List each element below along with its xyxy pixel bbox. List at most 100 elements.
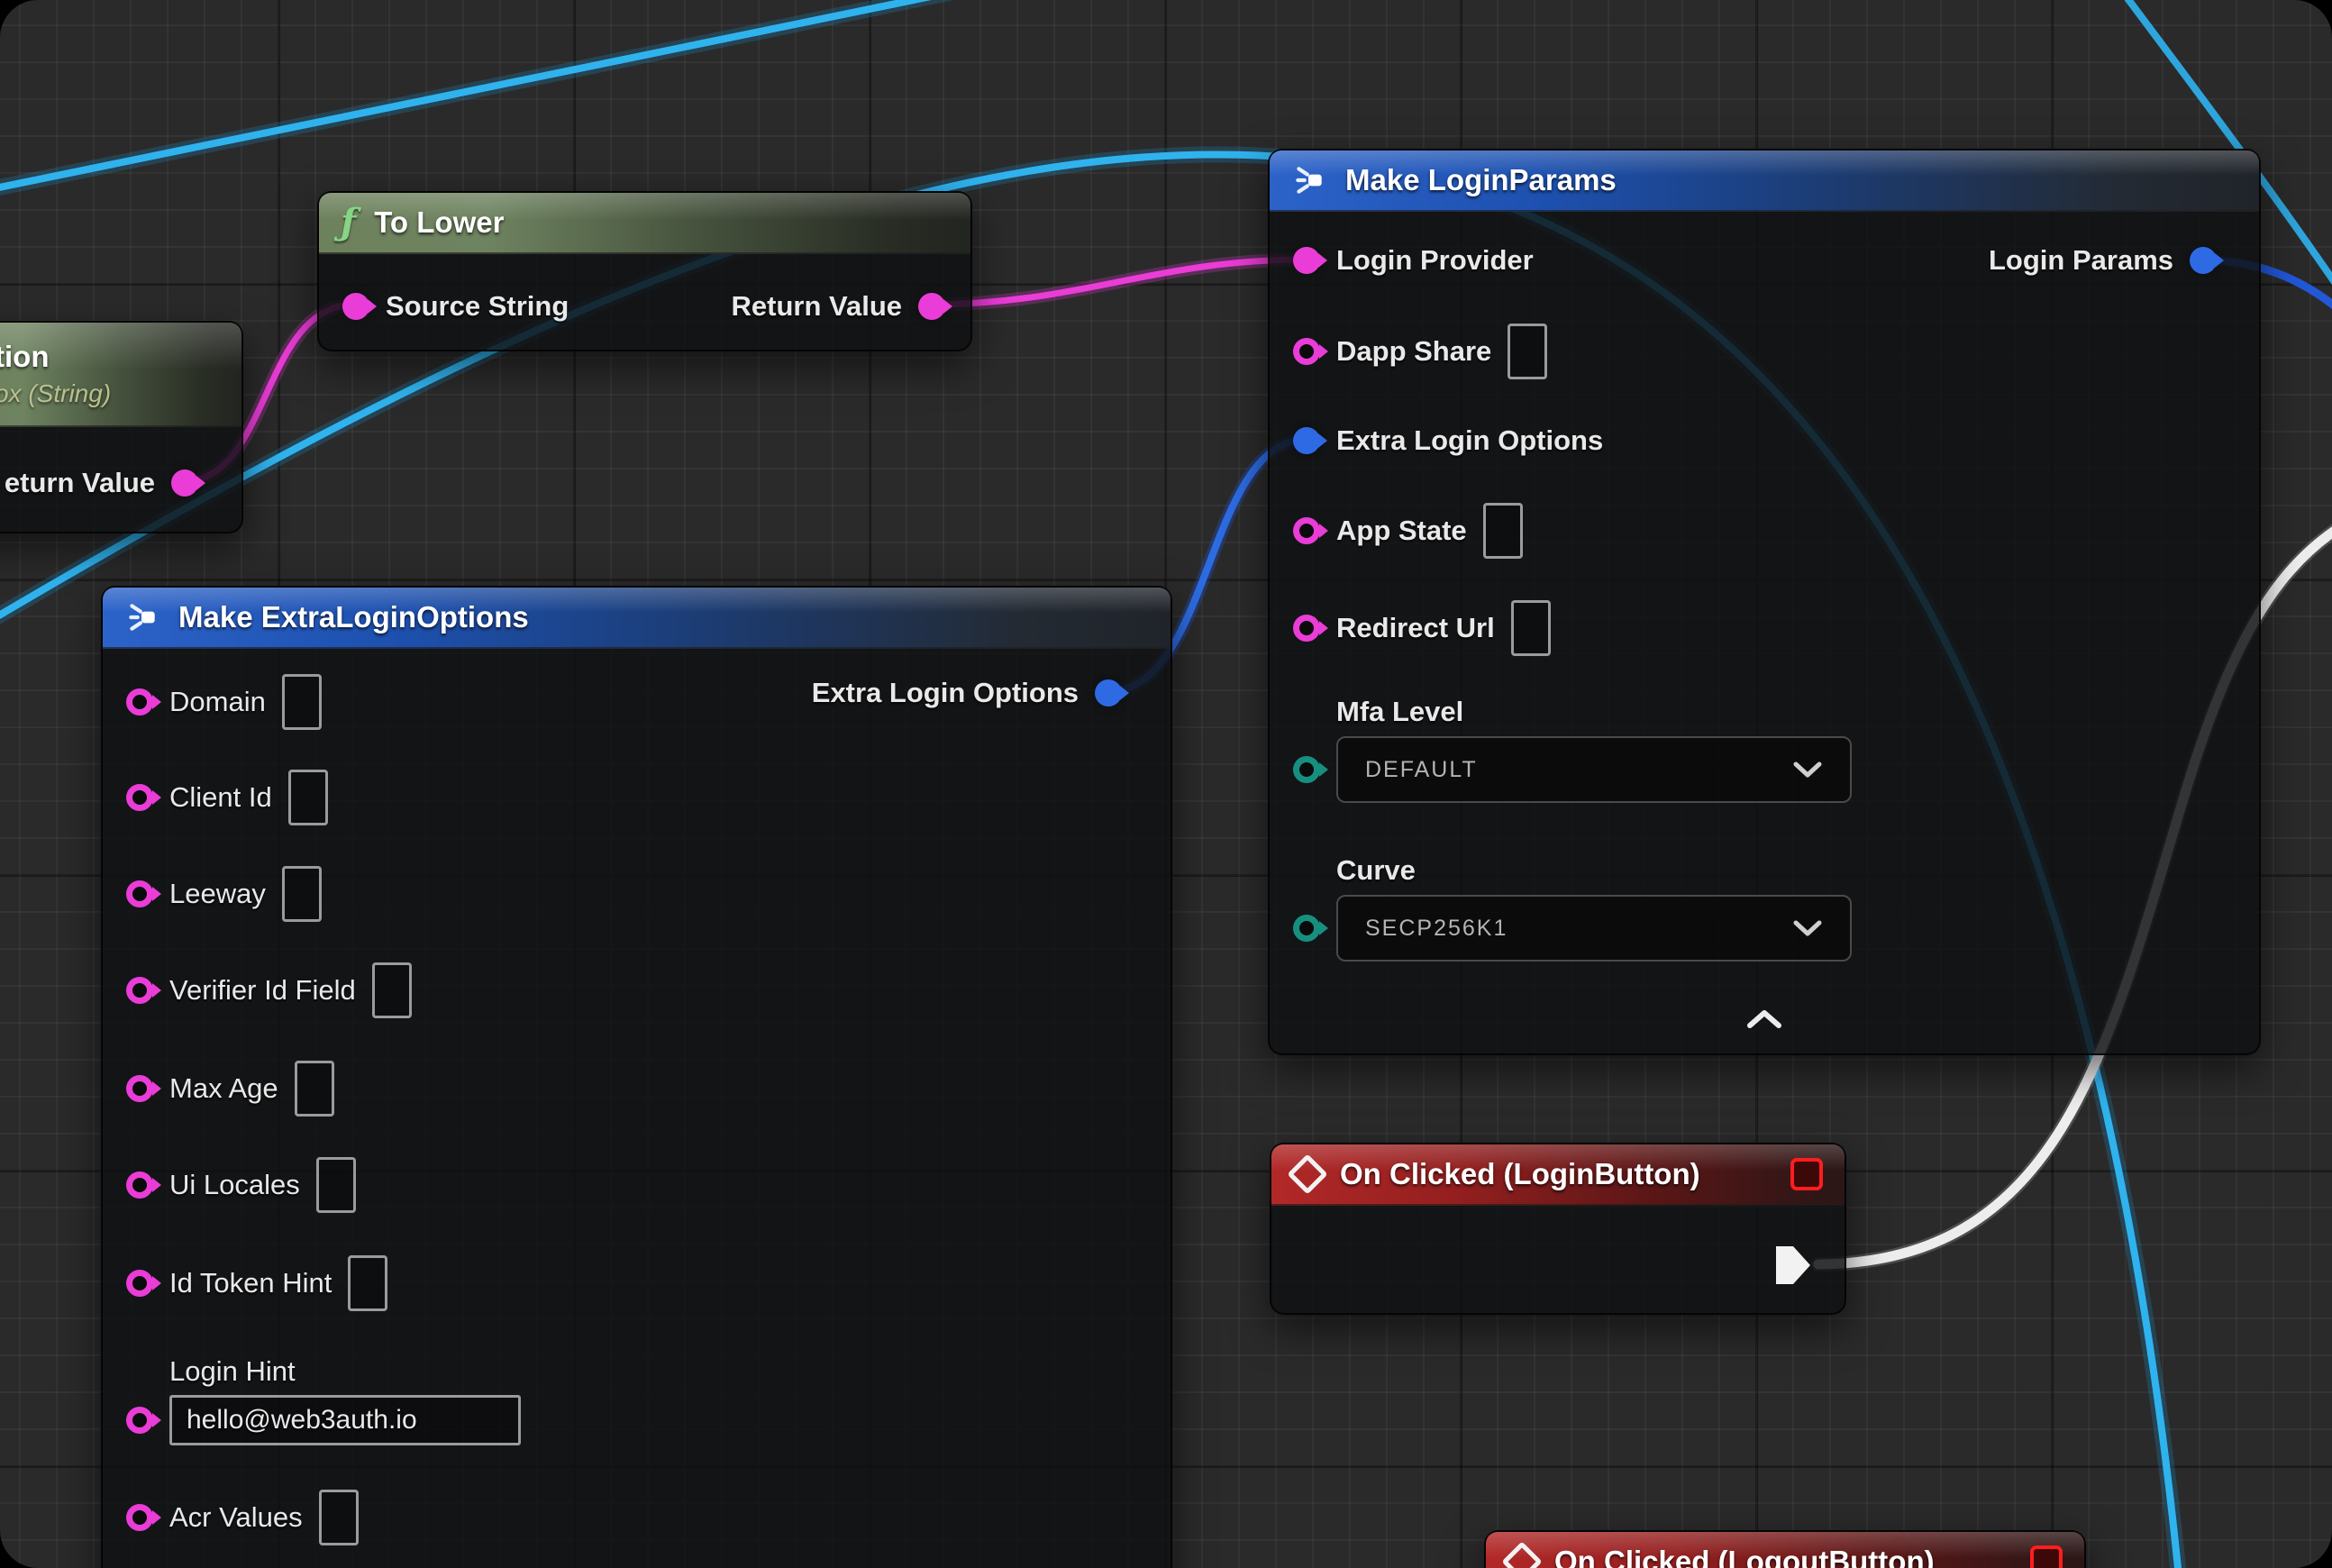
node-make-login-params[interactable]: Make LoginParams Login Provider Dapp Sha… [1268,149,2261,1055]
node-subtitle-fragment: ox (String) [0,379,111,408]
pin-row-extra-login-options-out: Extra Login Options [812,677,1122,709]
pin-row-login-params-out: Login Params [1989,244,2217,277]
node-header[interactable]: Make ExtraLoginOptions [103,588,1171,649]
node-title: Make ExtraLoginOptions [178,600,529,634]
mfa-level-label: Mfa Level [1336,696,1852,728]
pin-client-id[interactable] [126,784,153,811]
node-title: On Clicked (LogoutButton) [1554,1545,1935,1568]
pin-label: Leeway [169,878,266,910]
login-hint-input[interactable]: hello@web3auth.io [169,1395,521,1445]
pin-curve[interactable] [1293,915,1320,942]
pin-label: Login Params [1989,244,2173,277]
acr-values-value-box[interactable] [319,1490,359,1545]
pin-max-age[interactable] [126,1075,153,1102]
pin-extra-login-options-out[interactable] [1095,679,1122,707]
wire-glow [0,0,1054,193]
pin-return-value[interactable] [171,469,198,497]
event-binding-icon[interactable] [1790,1158,1823,1190]
pin-extra-login-options-in[interactable] [1293,427,1320,454]
node-header[interactable]: tion ox (String) [0,323,241,427]
chevron-down-icon [1792,761,1823,779]
pin-label: App State [1336,515,1467,547]
pin-domain[interactable] [126,688,153,716]
pin-redirect-url[interactable] [1293,615,1320,642]
domain-value-box[interactable] [282,674,322,730]
pin-acr-values[interactable] [126,1504,153,1531]
pin-login-provider[interactable] [1293,247,1320,274]
node-on-clicked-login-button[interactable]: On Clicked (LoginButton) [1270,1143,1846,1315]
mfa-level-value: DEFAULT [1365,757,1478,783]
pin-row-extra-login-options-in: Extra Login Options [1293,424,1603,457]
pin-source-string[interactable] [342,293,369,320]
event-icon [1501,1541,1542,1568]
pin-id-token-hint[interactable] [126,1270,153,1297]
node-title: Make LoginParams [1345,163,1617,197]
pin-verifier-id-field[interactable] [126,977,153,1004]
login-hint-value: hello@web3auth.io [187,1405,417,1436]
wire-cyan-top[interactable] [0,0,1054,193]
pin-leeway[interactable] [126,880,153,907]
node-header[interactable]: On Clicked (LogoutButton) [1486,1532,2084,1568]
pin-login-params-out[interactable] [2190,247,2217,274]
make-struct-icon [1291,162,1327,198]
node-title-fragment: tion [0,340,49,374]
node-make-extra-login-options[interactable]: Make ExtraLoginOptions Domain Client Id … [101,586,1172,1568]
client-id-value-box[interactable] [288,770,328,825]
app-state-value-box[interactable] [1483,503,1523,559]
node-title: To Lower [374,205,504,240]
pin-login-hint[interactable] [126,1407,153,1434]
login-hint-label: Login Hint [169,1355,521,1388]
login-hint-group: Login Hint hello@web3auth.io [126,1355,521,1445]
pin-row-app-state: App State [1293,503,1523,559]
pin-label: Id Token Hint [169,1267,332,1299]
pin-row-domain: Domain [126,674,322,730]
pin-row-return-value: Return Value [732,290,946,323]
curve-dropdown[interactable]: SECP256K1 [1336,895,1852,962]
event-binding-icon[interactable] [2030,1545,2063,1568]
node-header[interactable]: ƒ To Lower [319,193,970,254]
blueprint-canvas[interactable]: tion ox (String) eturn Value ƒ To Lower … [0,0,2332,1568]
pin-label: Source String [386,290,569,323]
pin-label: Return Value [732,290,903,323]
pin-row-redirect-url: Redirect Url [1293,600,1551,656]
pin-label: Redirect Url [1336,612,1495,644]
leeway-value-box[interactable] [282,866,322,922]
pin-row-leeway: Leeway [126,866,322,922]
dapp-share-value-box[interactable] [1508,324,1547,379]
collapse-node-button[interactable] [1744,1008,1784,1035]
pin-label: Extra Login Options [812,677,1079,709]
pin-label: Domain [169,686,266,718]
max-age-value-box[interactable] [295,1061,334,1117]
make-struct-icon [124,599,160,635]
pin-label: Login Provider [1336,244,1534,277]
pin-ui-locales[interactable] [126,1171,153,1199]
node-title: On Clicked (LoginButton) [1340,1157,1700,1191]
pin-row-ui-locales: Ui Locales [126,1157,356,1213]
node-partial-function[interactable]: tion ox (String) eturn Value [0,321,243,533]
mfa-level-group: Mfa Level DEFAULT [1293,696,1852,803]
node-header[interactable]: Make LoginParams [1270,150,2259,212]
redirect-url-value-box[interactable] [1511,600,1551,656]
mfa-level-dropdown[interactable]: DEFAULT [1336,736,1852,803]
pin-row-acr-values: Acr Values [126,1490,359,1545]
chevron-up-icon [1744,1008,1784,1030]
curve-label: Curve [1336,854,1852,887]
pin-label: Dapp Share [1336,335,1491,368]
pin-dapp-share[interactable] [1293,338,1320,365]
node-header[interactable]: On Clicked (LoginButton) [1271,1144,1845,1206]
pin-row-max-age: Max Age [126,1061,334,1117]
function-icon: ƒ [341,205,356,241]
exec-pin-out[interactable] [1776,1246,1810,1284]
node-to-lower[interactable]: ƒ To Lower Source String Return Value [317,191,972,351]
curve-value: SECP256K1 [1365,916,1508,942]
pin-label: Extra Login Options [1336,424,1603,457]
pin-app-state[interactable] [1293,517,1320,544]
id-token-hint-value-box[interactable] [348,1255,387,1311]
node-on-clicked-logout-button[interactable]: On Clicked (LogoutButton) [1484,1530,2086,1568]
chevron-down-icon [1792,919,1823,937]
pin-return-value[interactable] [918,293,945,320]
ui-locales-value-box[interactable] [316,1157,356,1213]
pin-row-source-string: Source String [342,290,569,323]
pin-mfa-level[interactable] [1293,756,1320,783]
verifier-id-field-value-box[interactable] [372,962,412,1018]
